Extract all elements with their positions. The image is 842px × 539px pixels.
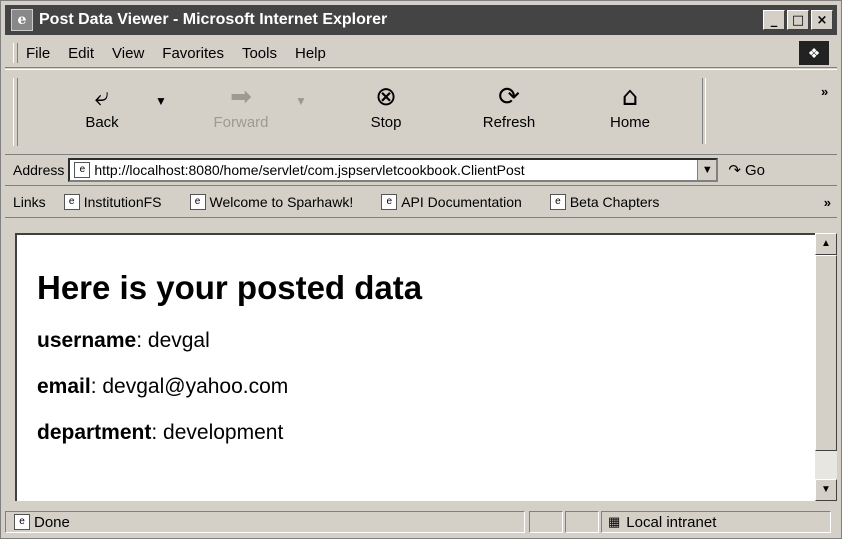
address-url[interactable]: http://localhost:8080/home/servlet/com.j… bbox=[94, 162, 697, 178]
link-beta-chapters[interactable]: e Beta Chapters bbox=[546, 194, 660, 210]
address-dropdown-icon[interactable]: ▼ bbox=[697, 160, 717, 180]
link-api-documentation[interactable]: e API Documentation bbox=[377, 194, 522, 210]
go-button[interactable]: ↷ Go bbox=[728, 161, 765, 180]
field-email: email: devgal@yahoo.com bbox=[37, 375, 815, 399]
go-label: Go bbox=[744, 161, 765, 179]
link-page-icon: e bbox=[189, 194, 206, 210]
menu-bar: File Edit View Favorites Tools Help ❖ bbox=[5, 39, 837, 68]
toolbar-grip[interactable] bbox=[13, 78, 18, 146]
link-institutionfs[interactable]: e InstitutionFS bbox=[60, 194, 162, 210]
forward-label: Forward bbox=[213, 114, 269, 131]
title-bar: e Post Data Viewer - Microsoft Internet … bbox=[5, 5, 837, 35]
home-icon: ⌂ bbox=[621, 82, 639, 112]
link-label: Welcome to Sparhawk! bbox=[209, 194, 354, 210]
links-label[interactable]: Links bbox=[13, 194, 46, 210]
field-department: department: development bbox=[37, 421, 815, 445]
window-title: Post Data Viewer - Microsoft Internet Ex… bbox=[39, 11, 388, 28]
refresh-button[interactable]: ⟳ Refresh bbox=[469, 80, 549, 131]
maximize-button[interactable]: □ bbox=[787, 10, 809, 30]
page-heading: Here is your posted data bbox=[37, 269, 423, 306]
scroll-track[interactable] bbox=[815, 451, 837, 479]
window-controls: _ □ × bbox=[763, 10, 833, 30]
refresh-label: Refresh bbox=[482, 114, 536, 131]
close-button[interactable]: × bbox=[811, 10, 833, 30]
back-button[interactable]: ⤶ Back bbox=[67, 80, 137, 131]
home-button[interactable]: ⌂ Home bbox=[595, 80, 665, 131]
field-name: department bbox=[37, 421, 152, 444]
field-value: : devgal bbox=[136, 329, 210, 352]
status-pane: e Done bbox=[5, 511, 525, 533]
field-name: username bbox=[37, 329, 137, 352]
forward-arrow-icon: ➡ bbox=[230, 82, 252, 112]
scroll-thumb[interactable] bbox=[815, 255, 837, 451]
links-bar: Links e InstitutionFS e Welcome to Sparh… bbox=[5, 187, 837, 218]
link-page-icon: e bbox=[63, 194, 80, 210]
standard-toolbar: ⤶ Back ▼ ➡ Forward ▼ ⊗ Stop ⟳ Refresh ⌂ … bbox=[5, 69, 837, 155]
toolbar-separator bbox=[702, 78, 706, 144]
browser-window: e Post Data Viewer - Microsoft Internet … bbox=[0, 0, 842, 539]
field-name: email bbox=[37, 375, 91, 398]
forward-dropdown-icon[interactable]: ▼ bbox=[295, 94, 307, 108]
link-label: InstitutionFS bbox=[83, 194, 162, 210]
forward-button[interactable]: ➡ Forward bbox=[201, 80, 281, 131]
status-text: Done bbox=[34, 513, 70, 531]
minimize-button[interactable]: _ bbox=[763, 10, 785, 30]
refresh-icon: ⟳ bbox=[498, 82, 520, 112]
field-username: username: devgal bbox=[37, 329, 815, 353]
link-label: API Documentation bbox=[401, 194, 522, 210]
status-pane-empty bbox=[565, 511, 599, 533]
scroll-down-icon[interactable]: ▼ bbox=[815, 479, 837, 501]
toolbar-overflow-icon[interactable]: » bbox=[821, 84, 828, 99]
back-label: Back bbox=[85, 114, 119, 131]
link-page-icon: e bbox=[549, 194, 566, 210]
stop-icon: ⊗ bbox=[375, 82, 397, 112]
address-bar: Address e http://localhost:8080/home/ser… bbox=[5, 155, 837, 186]
stop-button[interactable]: ⊗ Stop bbox=[351, 80, 421, 131]
page-content: Here is your posted data username: devga… bbox=[15, 233, 815, 501]
field-value: : devgal@yahoo.com bbox=[90, 375, 289, 398]
address-input[interactable]: e http://localhost:8080/home/servlet/com… bbox=[68, 158, 719, 182]
zone-pane: ▦ Local intranet bbox=[601, 511, 831, 533]
home-label: Home bbox=[609, 114, 650, 131]
menu-favorites[interactable]: Favorites bbox=[162, 45, 224, 62]
go-arrow-icon: ↷ bbox=[728, 162, 741, 179]
back-arrow-icon: ⤶ bbox=[94, 82, 110, 112]
menu-help[interactable]: Help bbox=[295, 45, 326, 62]
link-welcome-sparhawk[interactable]: e Welcome to Sparhawk! bbox=[186, 194, 354, 210]
stop-label: Stop bbox=[370, 114, 402, 131]
link-page-icon: e bbox=[381, 194, 398, 210]
link-label: Beta Chapters bbox=[569, 194, 660, 210]
field-value: : development bbox=[151, 421, 284, 444]
address-label: Address bbox=[13, 162, 65, 178]
menu-tools[interactable]: Tools bbox=[242, 45, 277, 62]
intranet-icon: ▦ bbox=[608, 514, 621, 529]
menu-file[interactable]: File bbox=[26, 45, 50, 62]
vertical-scrollbar[interactable]: ▲ ▼ bbox=[815, 233, 837, 501]
menu-view[interactable]: View bbox=[112, 45, 144, 62]
menu-grip[interactable] bbox=[13, 43, 18, 63]
menu-edit[interactable]: Edit bbox=[68, 45, 94, 62]
back-dropdown-icon[interactable]: ▼ bbox=[155, 94, 167, 108]
status-bar: e Done ▦ Local intranet bbox=[5, 509, 837, 535]
page-icon: e bbox=[74, 162, 91, 178]
scroll-up-icon[interactable]: ▲ bbox=[815, 233, 837, 255]
zone-text: Local intranet bbox=[626, 513, 717, 531]
ie-logo-icon: e bbox=[11, 9, 33, 31]
links-overflow-icon[interactable]: » bbox=[824, 195, 831, 210]
status-page-icon: e bbox=[14, 514, 30, 530]
status-pane-empty bbox=[529, 511, 563, 533]
windows-flag-icon: ❖ bbox=[799, 41, 829, 65]
